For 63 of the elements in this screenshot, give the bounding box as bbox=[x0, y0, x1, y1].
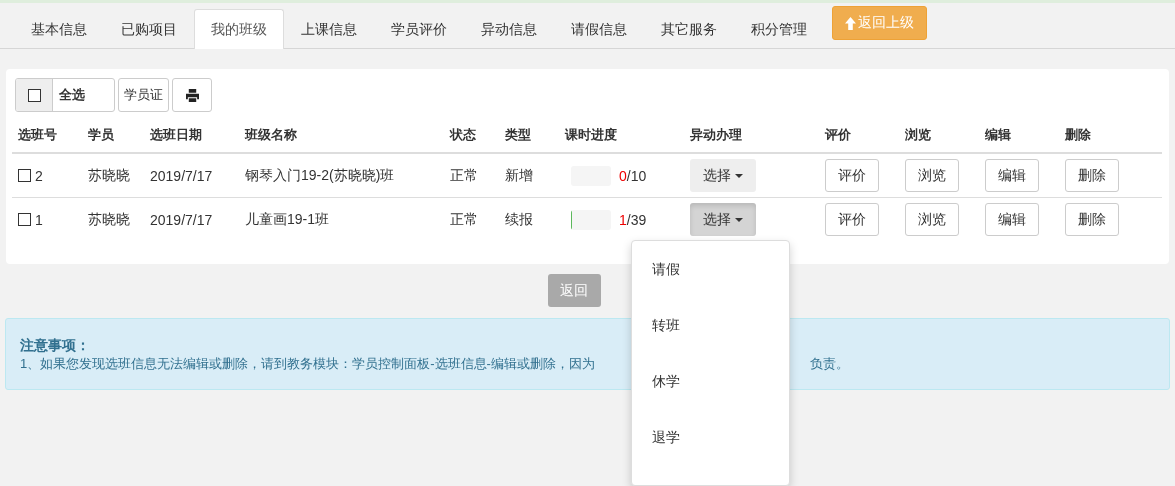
tab[interactable]: 异动信息 bbox=[464, 9, 554, 49]
notice-text: 1、如果您发现选班信息无法编辑或删除，请到教务模块：学员控制面板-选班信息-编辑或删除，因为 bbox=[20, 355, 595, 373]
print-button[interactable] bbox=[172, 78, 212, 112]
menu-item[interactable]: 请假 bbox=[632, 261, 789, 317]
rate-button[interactable]: 评价 bbox=[825, 159, 879, 192]
student-card-button[interactable]: 学员证 bbox=[118, 78, 169, 112]
select-dropdown-button[interactable]: 选择 bbox=[690, 159, 756, 192]
table-cell: 苏晓晓 bbox=[88, 166, 130, 183]
column-header: 类型 bbox=[505, 127, 531, 142]
menu-item[interactable]: 退学 bbox=[632, 429, 789, 485]
notice-title: 注意事项： bbox=[20, 337, 91, 355]
tab[interactable]: 上课信息 bbox=[284, 9, 374, 49]
table-cell: 1 bbox=[34, 211, 43, 228]
delete-button[interactable]: 删除 bbox=[1065, 203, 1119, 236]
checkbox[interactable] bbox=[27, 88, 41, 102]
edit-button[interactable]: 编辑 bbox=[985, 159, 1039, 192]
rate-button[interactable]: 评价 bbox=[825, 203, 879, 236]
progress-bar bbox=[571, 209, 611, 230]
table-cell: 续报 bbox=[505, 210, 533, 227]
column-header: 选班日期 bbox=[150, 127, 202, 142]
tab[interactable]: 积分管理 bbox=[734, 9, 824, 49]
table-cell: 新增 bbox=[505, 166, 533, 183]
table-cell: 钢琴入门19-2(苏晓晓)班 bbox=[245, 166, 395, 183]
table-cell: 2019/7/17 bbox=[150, 167, 213, 184]
notice-text: 负责。 bbox=[809, 355, 849, 373]
checkbox[interactable] bbox=[18, 212, 31, 226]
tab[interactable]: 基本信息 bbox=[14, 9, 104, 49]
lesson-count: 0/10 bbox=[619, 167, 647, 184]
table-cell: 2019/7/17 bbox=[150, 211, 213, 228]
checkbox[interactable] bbox=[18, 168, 31, 182]
table-cell: 苏晓晓 bbox=[88, 210, 130, 227]
column-header: 选班号 bbox=[18, 127, 57, 142]
table-cell: 2 bbox=[34, 167, 43, 184]
tab[interactable]: 已购项目 bbox=[104, 9, 194, 49]
table-cell: 正常 bbox=[450, 166, 478, 183]
delete-button[interactable]: 删除 bbox=[1065, 159, 1119, 192]
select-all-control[interactable]: 全选 bbox=[15, 78, 115, 112]
tab[interactable]: 其它服务 bbox=[644, 9, 734, 49]
column-header: 班级名称 bbox=[245, 127, 297, 142]
column-header: 异动办理 bbox=[690, 127, 742, 142]
select-dropdown-button[interactable]: 选择 bbox=[690, 203, 756, 236]
tab[interactable]: 我的班级 bbox=[194, 9, 284, 49]
table-cell: 儿童画19-1班 bbox=[245, 210, 330, 227]
lesson-count: 1/39 bbox=[619, 211, 647, 228]
column-header: 评价 bbox=[825, 127, 851, 142]
edit-button[interactable]: 编辑 bbox=[985, 203, 1039, 236]
column-header: 课时进度 bbox=[565, 127, 617, 142]
column-header: 编辑 bbox=[985, 127, 1011, 142]
caret-icon bbox=[735, 217, 743, 222]
browse-button[interactable]: 浏览 bbox=[905, 203, 959, 236]
arrow-up-icon bbox=[845, 16, 856, 30]
column-header: 学员 bbox=[88, 127, 114, 142]
printer-icon bbox=[184, 88, 200, 102]
browse-button[interactable]: 浏览 bbox=[905, 159, 959, 192]
caret-icon bbox=[735, 173, 743, 178]
tab[interactable]: 学员评价 bbox=[374, 9, 464, 49]
column-header: 状态 bbox=[450, 127, 476, 142]
menu-item[interactable]: 转班 bbox=[632, 317, 789, 373]
column-header: 删除 bbox=[1065, 127, 1091, 142]
column-header: 浏览 bbox=[905, 127, 931, 142]
menu-item[interactable]: 休学 bbox=[632, 373, 789, 429]
tab[interactable]: 请假信息 bbox=[554, 9, 644, 49]
table-cell: 正常 bbox=[450, 210, 478, 227]
